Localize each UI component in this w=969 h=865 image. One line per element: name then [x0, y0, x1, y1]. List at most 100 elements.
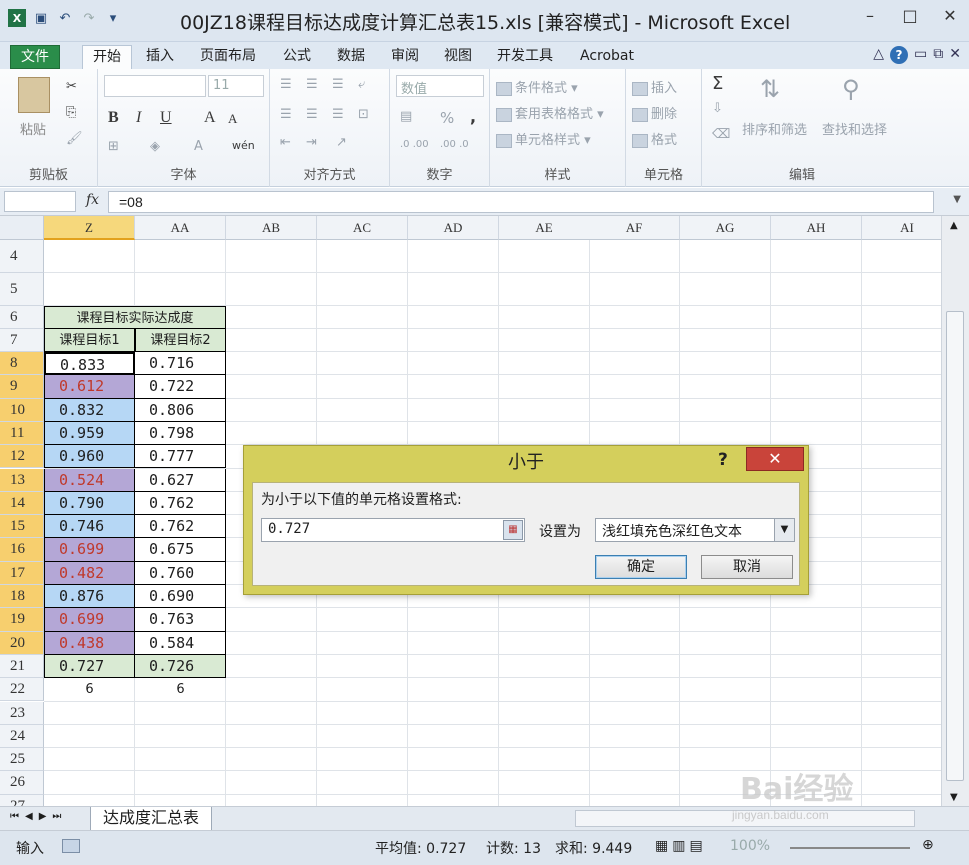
table-cell[interactable]: 0.760: [135, 561, 226, 585]
insert-cells-button[interactable]: 插入: [632, 77, 677, 96]
table-cell[interactable]: 0.959: [44, 421, 135, 446]
table-cell[interactable]: 0.746: [44, 515, 135, 539]
column-header-ad[interactable]: AD: [408, 216, 499, 240]
table-cell[interactable]: 0.790: [44, 491, 135, 516]
table-cell[interactable]: 0.806: [135, 398, 226, 422]
orientation-icon[interactable]: ↗: [336, 135, 347, 150]
table-cell[interactable]: 0.722: [135, 375, 226, 399]
row-header-8[interactable]: 8: [0, 352, 44, 376]
currency-icon[interactable]: ▤: [400, 109, 412, 124]
tab-page-layout[interactable]: 页面布局: [190, 45, 266, 69]
fill-icon[interactable]: ⇩: [712, 101, 723, 116]
find-select-button[interactable]: 查找和选择: [822, 119, 887, 138]
row-header-6[interactable]: 6: [0, 306, 44, 329]
tab-home[interactable]: 开始: [82, 45, 132, 69]
row-header-10[interactable]: 10: [0, 398, 44, 422]
insert-function-icon[interactable]: fx: [86, 192, 99, 208]
align-center-icon[interactable]: ☰: [306, 107, 318, 122]
vertical-scroll-thumb[interactable]: [946, 311, 964, 781]
table-cell[interactable]: 0.762: [135, 491, 226, 516]
tab-review[interactable]: 审阅: [381, 45, 429, 69]
table-average-cell[interactable]: 0.727: [44, 654, 135, 679]
phonetic-icon[interactable]: wén: [232, 139, 255, 152]
table-cell[interactable]: 0.438: [44, 631, 135, 655]
row-header-17[interactable]: 17: [0, 561, 44, 585]
format-select[interactable]: 浅红填充色深红色文本 ▼: [595, 518, 795, 542]
tab-data[interactable]: 数据: [327, 45, 375, 69]
row-header-5[interactable]: 5: [0, 273, 44, 306]
select-all-corner[interactable]: [0, 216, 44, 240]
row-header-19[interactable]: 19: [0, 608, 44, 632]
range-select-icon[interactable]: ▦: [503, 520, 523, 540]
scroll-down-icon[interactable]: ▼: [950, 792, 958, 803]
font-name-select[interactable]: [104, 75, 206, 97]
threshold-input[interactable]: 0.727: [261, 518, 525, 542]
delete-cells-button[interactable]: 删除: [632, 103, 677, 122]
table-cell[interactable]: 0.699: [44, 608, 135, 632]
table-count-cell[interactable]: 6: [44, 678, 135, 701]
vertical-scrollbar[interactable]: ▲ ▼: [941, 216, 969, 806]
paste-button[interactable]: 粘贴: [20, 119, 46, 138]
cell-styles-button[interactable]: 单元格样式 ▾: [496, 129, 591, 148]
column-header-aa[interactable]: AA: [135, 216, 226, 240]
fill-color-icon[interactable]: ◈: [150, 139, 160, 154]
restore-window-icon[interactable]: ▭: [914, 46, 927, 64]
autosum-button[interactable]: Σ: [712, 73, 723, 94]
format-as-table-button[interactable]: 套用表格格式 ▾: [496, 103, 604, 122]
decrease-decimal-icon[interactable]: .00 .0: [440, 139, 469, 150]
paste-icon[interactable]: [18, 77, 50, 113]
sort-filter-button[interactable]: 排序和筛选: [742, 119, 807, 138]
row-header-25[interactable]: 25: [0, 748, 44, 772]
redo-icon[interactable]: ↷: [80, 9, 98, 27]
conditional-format-button[interactable]: 条件格式 ▾: [496, 77, 578, 96]
undo-icon[interactable]: ↶: [56, 9, 74, 27]
tab-formulas[interactable]: 公式: [273, 45, 321, 69]
tab-file[interactable]: 文件: [10, 45, 60, 69]
row-header-23[interactable]: 23: [0, 701, 44, 725]
table-cell[interactable]: 0.482: [44, 561, 135, 585]
comma-button[interactable]: ,: [470, 107, 476, 126]
column-header-ah[interactable]: AH: [771, 216, 862, 240]
table-cell[interactable]: 0.690: [135, 585, 226, 609]
row-header-11[interactable]: 11: [0, 421, 44, 446]
column-header-ab[interactable]: AB: [226, 216, 317, 240]
table-cell[interactable]: 0.763: [135, 608, 226, 632]
table-cell[interactable]: 0.777: [135, 445, 226, 469]
row-header-4[interactable]: 4: [0, 240, 44, 273]
align-top-icon[interactable]: ☰: [280, 77, 292, 92]
font-size-select[interactable]: 11: [208, 75, 264, 97]
table-cell[interactable]: 0.699: [44, 538, 135, 562]
tab-developer[interactable]: 开发工具: [487, 45, 563, 69]
formula-input[interactable]: =08: [108, 191, 934, 213]
sheet-tab-achievement[interactable]: 达成度汇总表: [90, 807, 213, 831]
row-header-15[interactable]: 15: [0, 515, 44, 539]
table-cell[interactable]: 0.612: [44, 375, 135, 399]
row-header-9[interactable]: 9: [0, 375, 44, 399]
chevron-down-icon[interactable]: ▼: [774, 519, 794, 541]
row-header-21[interactable]: 21: [0, 654, 44, 679]
help-icon[interactable]: ?: [890, 46, 909, 64]
table-cell[interactable]: 0.833: [44, 352, 135, 376]
expand-formula-icon[interactable]: ▼: [953, 194, 961, 205]
decrease-indent-icon[interactable]: ⇤: [280, 135, 291, 150]
column-header-ag[interactable]: AG: [680, 216, 771, 240]
align-left-icon[interactable]: ☰: [280, 107, 292, 122]
table-count-cell[interactable]: 6: [135, 678, 226, 701]
column-header-ae[interactable]: AE: [499, 216, 590, 240]
column-header-z[interactable]: Z: [44, 216, 135, 240]
zoom-level[interactable]: 100%: [730, 838, 770, 854]
table-cell[interactable]: 0.524: [44, 468, 135, 492]
grow-font-button[interactable]: A: [204, 109, 216, 127]
table-cell[interactable]: 0.627: [135, 468, 226, 492]
table-cell[interactable]: 0.798: [135, 421, 226, 446]
format-painter-icon[interactable]: 🖌: [66, 131, 83, 146]
minimize-button[interactable]: –: [857, 4, 883, 28]
dialog-close-button[interactable]: ✕: [746, 447, 804, 471]
underline-button[interactable]: U: [160, 109, 172, 127]
tile-window-icon[interactable]: ⧉: [933, 46, 943, 64]
italic-button[interactable]: I: [136, 109, 141, 127]
row-header-14[interactable]: 14: [0, 491, 44, 516]
bold-button[interactable]: B: [108, 109, 119, 127]
table-cell[interactable]: 0.716: [135, 352, 226, 376]
copy-icon[interactable]: ⎘: [66, 105, 76, 120]
